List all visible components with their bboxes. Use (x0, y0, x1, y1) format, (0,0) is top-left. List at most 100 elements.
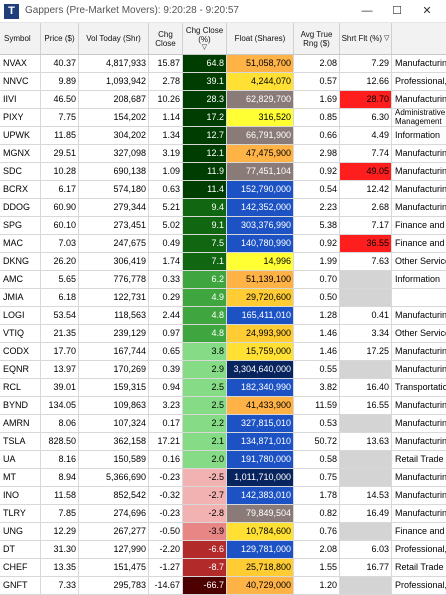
table-row[interactable]: AMRN 8.06 107,324 0.17 2.2 327,815,010 0.53 Man… (0, 415, 446, 433)
volume-cell: 118,563 (79, 307, 149, 324)
maximize-button[interactable]: ☐ (388, 3, 406, 20)
float-cell: 14,996 (227, 253, 294, 270)
table-row[interactable]: DDOG 60.90 279,344 5.21 9.4 142,352,000 2.23 2.… (0, 199, 446, 217)
change-pct-cell: 39.1 (183, 73, 227, 90)
short-float-cell: 16.40 (340, 379, 392, 396)
table-row[interactable]: DT 31.30 127,990 -2.20 -6.6 129,781,000 2.08 6.… (0, 541, 446, 559)
symbol-cell: IIVI (0, 91, 41, 108)
column-header-symbol[interactable]: Symbol (0, 23, 41, 54)
change-pct-cell: 11.4 (183, 181, 227, 198)
table-row[interactable]: DKNG 26.20 306,419 1.74 7.1 14,996 1.99 7.63 Oth… (0, 253, 446, 271)
volume-cell: 690,138 (79, 163, 149, 180)
close-button[interactable]: ✕ (418, 3, 436, 20)
table-row[interactable]: UA 8.16 150,589 0.16 2.0 191,780,000 0.58 Retai… (0, 451, 446, 469)
change-pct-cell: 64.8 (183, 55, 227, 72)
industry-cell: Information (395, 130, 441, 140)
industry-cell: Manufacturing (395, 436, 446, 446)
price-cell: 7.75 (41, 109, 79, 126)
table-row[interactable]: JMIA 6.18 122,731 0.29 4.9 29,720,600 0.50 (0, 289, 446, 307)
table-row[interactable]: PIXY 7.75 154,202 1.14 17.2 316,520 0.85 6.30 Ad… (0, 109, 446, 127)
volume-cell: 852,542 (79, 487, 149, 504)
table-row[interactable]: INO 11.58 852,542 -0.32 -2.7 142,383,010 1.78 1… (0, 487, 446, 505)
table-row[interactable]: CODX 17.70 167,744 0.65 3.8 15,759,000 1.46 17.… (0, 343, 446, 361)
symbol-cell: SDC (0, 163, 41, 180)
change-cell: -14.67 (149, 577, 183, 594)
table-row[interactable]: EQNR 13.97 170,269 0.39 2.9 3,304,640,000 0.55… (0, 361, 446, 379)
change-cell: -0.23 (149, 469, 183, 486)
change-pct-cell: 2.9 (183, 361, 227, 378)
float-cell: 4,244,070 (227, 73, 294, 90)
table-row[interactable]: SPG 60.10 273,451 5.02 9.1 303,376,990 5.38 7.1… (0, 217, 446, 235)
column-header-price[interactable]: Price ($) (41, 23, 79, 54)
short-float-cell: 16.55 (340, 397, 392, 414)
column-header-short-float[interactable]: Shrt Flt (%) ▽ (340, 23, 392, 54)
float-cell: 51,139,100 (227, 271, 294, 288)
column-header-short-float-label: Shrt Flt (%) (341, 34, 383, 43)
column-header-industry[interactable] (392, 23, 446, 54)
industry-cell: Manufacturing (395, 58, 446, 68)
short-float-cell: 36.55 (340, 235, 392, 252)
price-cell: 6.17 (41, 181, 79, 198)
industry-cell: Manufacturing (395, 94, 446, 104)
atr-cell: 1.69 (294, 91, 340, 108)
symbol-cell: UPWK (0, 127, 41, 144)
change-pct-cell: 2.5 (183, 379, 227, 396)
window-title: Gappers (Pre-Market Movers): 9:20:28 - 9… (25, 5, 239, 16)
atr-cell: 0.76 (294, 523, 340, 540)
table-row[interactable]: AMC 5.65 776,778 0.33 6.2 51,139,100 0.70 Infor… (0, 271, 446, 289)
change-pct-cell: 2.5 (183, 397, 227, 414)
column-header-atr[interactable]: Avg True Rng ($) (294, 23, 340, 54)
table-row[interactable]: LOGI 53.54 118,563 2.44 4.8 165,411,010 1.28 0.… (0, 307, 446, 325)
table-row[interactable]: TLRY 7.85 274,696 -0.23 -2.8 79,849,504 0.82 16… (0, 505, 446, 523)
symbol-cell: CODX (0, 343, 41, 360)
atr-cell: 0.53 (294, 415, 340, 432)
symbol-cell: AMC (0, 271, 41, 288)
atr-cell: 0.54 (294, 181, 340, 198)
table-row[interactable]: SDC 10.28 690,138 1.09 11.9 77,451,104 0.92 49.… (0, 163, 446, 181)
symbol-cell: BCRX (0, 181, 41, 198)
table-row[interactable]: UNG 12.29 267,277 -0.50 -3.9 10,784,600 0.76 Fi… (0, 523, 446, 541)
change-cell: 0.97 (149, 325, 183, 342)
industry-cell: Manufacturing (395, 490, 446, 500)
symbol-cell: LOGI (0, 307, 41, 324)
change-pct-cell: -2.5 (183, 469, 227, 486)
table-row[interactable]: BCRX 6.17 574,180 0.63 11.4 152,790,000 0.54 12… (0, 181, 446, 199)
industry-cell: Manufacturing (395, 310, 446, 320)
table-row[interactable]: MT 8.94 5,366,690 -0.23 -2.5 1,011,710,000 0.7… (0, 469, 446, 487)
change-cell: 0.94 (149, 379, 183, 396)
table-row[interactable]: NNVC 9.89 1,093,942 2.78 39.1 4,244,070 0.57 12… (0, 73, 446, 91)
table-row[interactable]: UPWK 11.85 304,202 1.34 12.7 66,791,900 0.66 4.… (0, 127, 446, 145)
table-row[interactable]: NVAX 40.37 4,817,933 15.87 64.8 51,058,700 2.0… (0, 55, 446, 73)
table-row[interactable]: BYND 134.05 109,863 3.23 2.5 41,433,900 11.59 1… (0, 397, 446, 415)
atr-cell: 0.55 (294, 361, 340, 378)
symbol-cell: INO (0, 487, 41, 504)
table-row[interactable]: MAC 7.03 247,675 0.49 7.5 140,780,990 0.92 36.5… (0, 235, 446, 253)
change-pct-cell: 7.1 (183, 253, 227, 270)
symbol-cell: GNFT (0, 577, 41, 594)
table-row[interactable]: MGNX 29.51 327,098 3.19 12.1 47,475,900 2.98 7.… (0, 145, 446, 163)
industry-cell: Professional, S (395, 580, 446, 590)
column-header-float[interactable]: Float (Shares) (227, 23, 294, 54)
column-header-volume[interactable]: Vol Today (Shr) (79, 23, 149, 54)
volume-cell: 5,366,690 (79, 469, 149, 486)
table-row[interactable]: TSLA 828.50 362,158 17.21 2.1 134,871,010 50.7… (0, 433, 446, 451)
minimize-button[interactable]: — (358, 3, 376, 20)
industry-cell: Administrative Management a (395, 109, 446, 126)
short-float-cell: 7.29 (340, 55, 392, 72)
industry-cell: Information (395, 274, 441, 284)
change-cell: 0.29 (149, 289, 183, 306)
table-row[interactable]: VTIQ 21.35 239,129 0.97 4.8 24,993,900 1.46 3.3… (0, 325, 446, 343)
table-row[interactable]: CHEF 13.35 151,475 -1.27 -8.7 25,718,800 1.55 1… (0, 559, 446, 577)
price-cell: 134.05 (41, 397, 79, 414)
column-header-change[interactable]: Chg Close (149, 23, 183, 54)
table-row[interactable]: GNFT 7.33 295,783 -14.67 -66.7 40,729,000 1.20… (0, 577, 446, 595)
column-header-change-pct[interactable]: Chg Close (%) ▽ (183, 23, 227, 54)
atr-cell: 0.70 (294, 271, 340, 288)
table-row[interactable]: IIVI 46.50 208,687 10.26 28.3 62,829,700 1.69 2… (0, 91, 446, 109)
change-pct-cell: 12.7 (183, 127, 227, 144)
float-cell: 41,433,900 (227, 397, 294, 414)
table-row[interactable]: RCL 39.01 159,315 0.94 2.5 182,340,990 3.82 16.… (0, 379, 446, 397)
sort-indicator-icon: ▽ (384, 35, 390, 42)
float-cell: 77,451,104 (227, 163, 294, 180)
short-float-cell (340, 469, 392, 486)
